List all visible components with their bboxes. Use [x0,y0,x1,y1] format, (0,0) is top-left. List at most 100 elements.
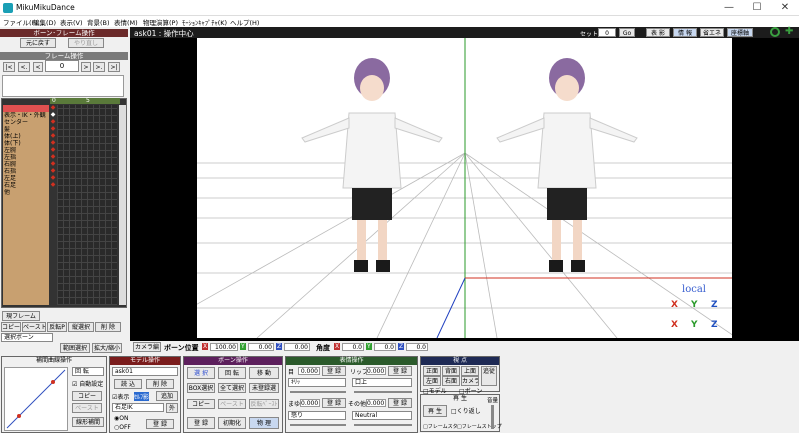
brow-value[interactable]: 0.000 [300,399,320,407]
other-register-button[interactable]: 登 録 [388,398,412,408]
volume-slider[interactable] [491,405,494,429]
maximize-button[interactable]: ☐ [743,0,771,16]
bone-physics-button[interactable]: 物 理 [249,417,279,429]
bone-register-button[interactable]: 登 録 [187,417,215,429]
angle-x-field[interactable]: 0.0 [342,343,364,351]
vertical-select-button[interactable]: 縦選択 [68,322,94,332]
menu-help[interactable]: ヘルプ(H) [230,17,259,27]
left-view-button[interactable]: 左面 [423,376,441,386]
minimize-button[interactable]: — [715,0,743,16]
expand-button[interactable]: 拡大/縮小 [92,343,122,353]
menu-motion-capture[interactable]: ﾓｰｼｮﾝｷｬﾌﾟﾁｬ(K) [182,17,227,27]
brow-register-button[interactable]: 登 録 [322,398,346,408]
box-select-button[interactable]: BOX選択 [187,383,215,393]
keyframe-marker[interactable]: ◆ [50,182,56,188]
menu-edit[interactable]: 編集(D) [33,17,56,27]
prev-frame-button[interactable]: < [33,62,43,72]
play-button[interactable]: 再 生 [423,405,447,417]
pos-x-field[interactable]: 100.00 [210,343,238,351]
bone-row[interactable]: 髪 [3,126,49,133]
select-bone-dropdown[interactable]: 選択ボーン [1,333,53,342]
model-bone-dropdown[interactable]: 右足IK [112,403,164,412]
bone-row[interactable]: 右指 [3,168,49,175]
bone-row[interactable] [3,105,49,112]
bone-row[interactable]: 他 [3,189,49,196]
bone-move-button[interactable]: 移 動 [249,367,279,379]
brow-slider[interactable] [290,424,346,426]
bone-row[interactable]: 右腕 [3,161,49,168]
right-view-button[interactable]: 右面 [442,376,460,386]
bone-row[interactable]: 体(上) [3,133,49,140]
lip-morph-dropdown[interactable]: 口上 [352,378,412,387]
bone-row[interactable]: 表示・IK・外観 [3,112,49,119]
eco-button[interactable]: 省エネ [700,28,724,37]
menu-view[interactable]: 表示(V) [60,17,83,27]
repeat-checkbox[interactable]: □くり返し [451,406,481,415]
back-view-button[interactable]: 背面 [442,366,460,376]
menu-facial[interactable]: 表情(M) [114,17,138,27]
gizmo-x-icon[interactable]: X [671,300,678,310]
scene-render[interactable] [136,38,738,339]
bone-paste-button[interactable]: ペースト [218,399,246,409]
gizmo-move-y-icon[interactable]: Y [691,320,698,330]
front-view-button[interactable]: 正面 [423,366,441,376]
bone-rotate-button[interactable]: 回 転 [218,367,246,379]
pos-y-field[interactable]: 0.00 [248,343,274,351]
frame-start-checkbox[interactable]: □フレームスタ [423,423,458,430]
bone-row[interactable]: 左足 [3,175,49,182]
set-field[interactable]: 0 [598,28,616,37]
bone-row[interactable]: 体(下) [3,140,49,147]
brow-morph-dropdown[interactable]: 怒り [288,411,346,420]
on-radio[interactable]: ◉ON [114,415,128,422]
auto-setting-checkbox[interactable]: ☑ 自動設定 [72,379,103,388]
timeline-scrollbar[interactable] [119,105,126,305]
other-slider[interactable] [354,424,412,426]
angle-z-field[interactable]: 0.0 [406,343,428,351]
model-add-button[interactable]: 追加 [156,391,178,401]
display-checkbox[interactable]: ☑表示 [112,392,129,401]
copy-frame-button[interactable]: コピー [1,322,21,332]
eye-morph-dropdown[interactable]: ｷﾘｯ [288,378,346,387]
eye-register-button[interactable]: 登 録 [322,366,346,376]
bone-reverse-paste-button[interactable]: 反転ﾍﾟｰｽﾄ [249,399,279,409]
bone-select-button[interactable]: 選 択 [187,367,215,379]
redo-button[interactable]: やり直し [68,38,104,48]
current-frame-button[interactable]: 現フレーム [2,311,40,321]
reverse-paste-button[interactable]: 反転P [47,322,67,332]
gizmo-z-icon[interactable]: Z [711,300,718,310]
interp-copy-button[interactable]: コピー [72,391,102,401]
lip-value[interactable]: 0.000 [366,367,386,375]
interp-paste-button[interactable]: ペースト [72,403,102,413]
last-frame-button[interactable]: >| [108,62,120,72]
linear-interp-button[interactable]: 線形補間 [72,417,104,427]
info-button[interactable]: 情 報 [673,28,697,37]
next-frame-button[interactable]: > [81,62,91,72]
top-view-button[interactable]: 上面 [461,366,479,376]
other-morph-dropdown[interactable]: Neutral [352,411,412,420]
bone-row[interactable]: 右足 [3,182,49,189]
other-value[interactable]: 0.000 [366,399,386,407]
unregistered-select-button[interactable]: 未登録選 [249,383,279,393]
eye-slider[interactable] [290,391,346,393]
next-key-button[interactable]: >. [93,62,105,72]
frame-stop-checkbox[interactable]: □フレームストップ [457,423,502,430]
model-load-button[interactable]: 読 込 [114,379,142,389]
bone-row[interactable]: センター [3,119,49,126]
model-dropdown[interactable]: ask01 [112,367,178,376]
shadow-button[interactable]: 表 影 [646,28,670,37]
outside-button[interactable]: 外 [166,403,178,413]
delete-frame-button[interactable]: 削 除 [95,322,121,332]
model-register-button[interactable]: 登 録 [146,419,174,429]
interp-axis-dropdown[interactable]: 回 転 [72,367,104,376]
eye-value[interactable]: 0.000 [298,367,320,375]
prev-key-button[interactable]: <. [18,62,30,72]
range-select-button[interactable]: 範囲選択 [60,343,90,353]
bone-row[interactable]: 左指 [3,154,49,161]
selfshadow-toggle[interactable]: ｾﾙﾌ影 [134,392,150,401]
interp-curve[interactable] [4,367,68,431]
bone-row[interactable]: 左腕 [3,147,49,154]
bone-init-button[interactable]: 初期化 [218,417,246,429]
frame-number-field[interactable]: 0 [45,60,79,72]
select-all-button[interactable]: 全て選択 [218,383,246,393]
keyframe-grid[interactable] [57,105,117,305]
